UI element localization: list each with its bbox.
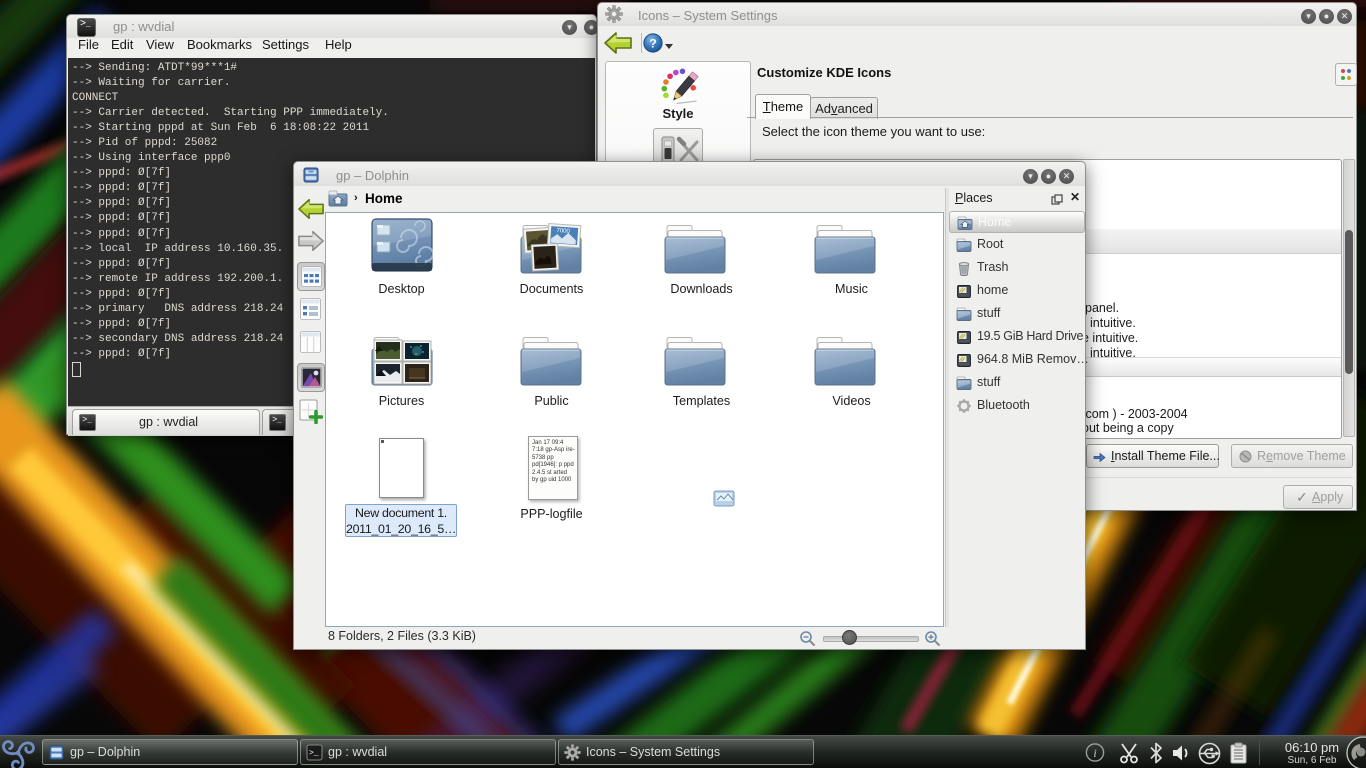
svg-text:?: ? [649, 36, 657, 50]
svg-text:>_: >_ [309, 749, 319, 758]
svg-text:i: i [1093, 746, 1096, 760]
svg-text:7000: 7000 [556, 228, 570, 235]
